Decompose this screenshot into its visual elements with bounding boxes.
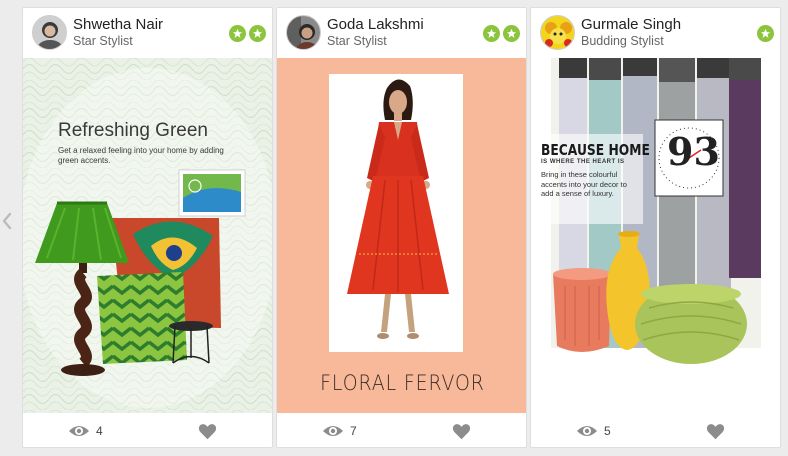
collage-image[interactable]: FLORAL FERVOR	[277, 58, 526, 413]
collage-title: FLORAL FERVOR	[320, 371, 485, 395]
author-role: Star Stylist	[327, 34, 387, 48]
card-header: Goda Lakshmi Star Stylist	[277, 8, 526, 58]
star-badge-icon	[229, 25, 246, 42]
chevron-left-icon	[2, 212, 12, 230]
avatar[interactable]	[32, 15, 67, 50]
view-counter: 4	[68, 424, 103, 438]
card-footer: 5	[531, 413, 780, 447]
author-role: Star Stylist	[73, 34, 133, 48]
collage-card[interactable]: Shwetha Nair Star Stylist Refreshing Gre…	[22, 7, 273, 448]
view-counter: 7	[322, 424, 357, 438]
heart-icon	[198, 424, 217, 440]
like-button[interactable]	[452, 423, 471, 445]
stylist-badges	[229, 25, 266, 42]
eye-icon	[69, 426, 89, 436]
stylist-badges	[757, 25, 774, 42]
card-header: Shwetha Nair Star Stylist	[23, 8, 272, 58]
eye-icon	[323, 426, 343, 436]
like-button[interactable]	[706, 423, 725, 445]
collage-card[interactable]: Gurmale Singh Budding Stylist BECAUSE HO…	[530, 7, 781, 448]
avatar[interactable]	[286, 15, 321, 50]
author-name[interactable]: Shwetha Nair	[73, 16, 163, 33]
like-button[interactable]	[198, 423, 217, 445]
view-count: 5	[604, 424, 611, 438]
star-badge-icon	[249, 25, 266, 42]
view-count: 7	[350, 424, 357, 438]
collage-caption: Bring in these colourful accents into yo…	[541, 170, 627, 198]
heart-icon	[452, 424, 471, 440]
collage-title: BECAUSE HOME	[541, 141, 650, 159]
view-counter: 5	[576, 424, 611, 438]
collage-caption: Get a relaxed feeling into your home by …	[58, 146, 224, 165]
card-footer: 7	[277, 413, 526, 447]
clock-label: 93	[667, 129, 720, 174]
eye-icon	[577, 426, 597, 436]
star-badge-icon	[503, 25, 520, 42]
stylist-collage-feed: Shwetha Nair Star Stylist Refreshing Gre…	[0, 0, 788, 456]
collage-subtitle: IS WHERE THE HEART IS	[541, 159, 625, 165]
previous-arrow[interactable]	[0, 208, 14, 234]
star-badge-icon	[757, 25, 774, 42]
stylist-badges	[483, 25, 520, 42]
view-count: 4	[96, 424, 103, 438]
avatar[interactable]	[540, 15, 575, 50]
author-name[interactable]: Goda Lakshmi	[327, 16, 424, 33]
collage-image[interactable]: BECAUSE HOME IS WHERE THE HEART IS Bring…	[531, 58, 780, 413]
card-header: Gurmale Singh Budding Stylist	[531, 8, 780, 58]
card-footer: 4	[23, 413, 272, 447]
collage-card[interactable]: Goda Lakshmi Star Stylist FLORAL FERVOR …	[276, 7, 527, 448]
star-badge-icon	[483, 25, 500, 42]
author-name[interactable]: Gurmale Singh	[581, 16, 681, 33]
collage-title: Refreshing Green	[58, 120, 208, 141]
collage-image[interactable]: Refreshing Green Get a relaxed feeling i…	[23, 58, 272, 413]
author-role: Budding Stylist	[581, 34, 664, 48]
heart-icon	[706, 424, 725, 440]
